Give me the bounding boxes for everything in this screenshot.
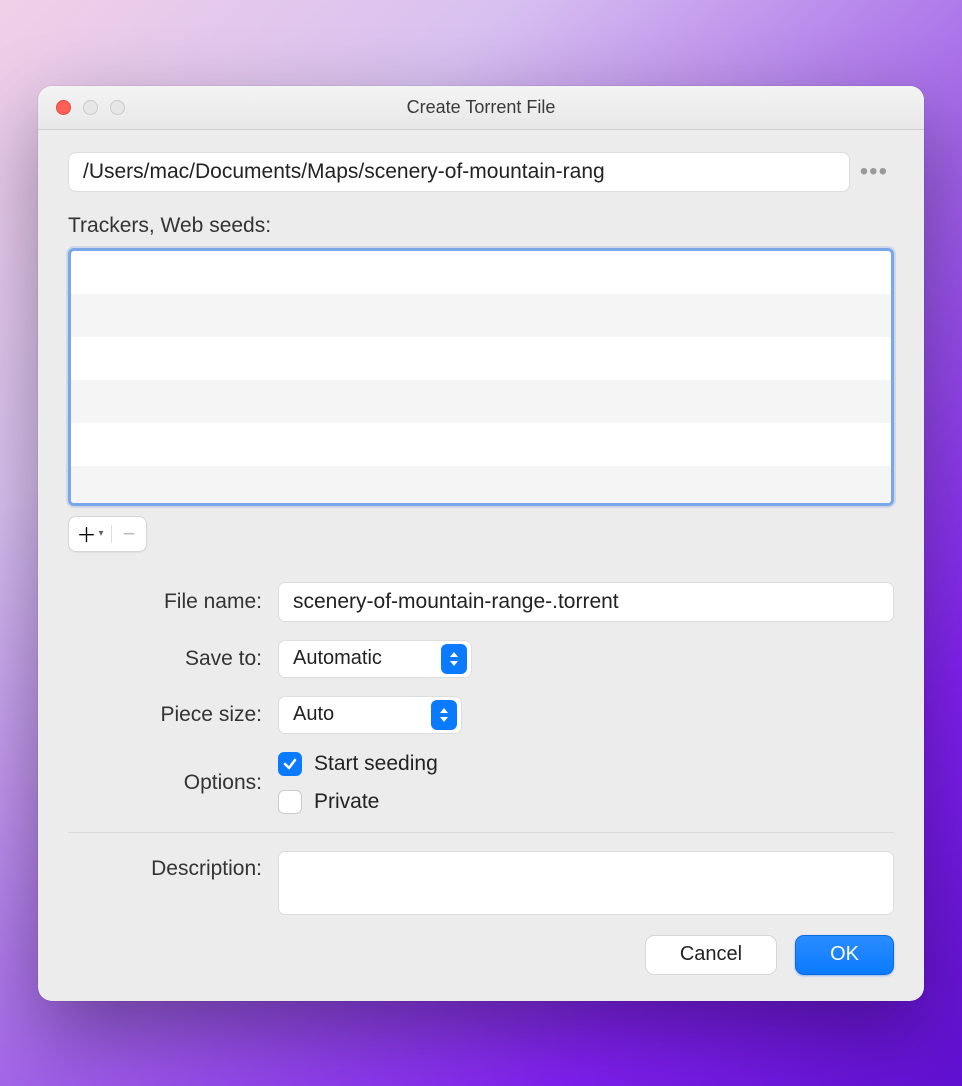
traffic-lights	[56, 100, 125, 115]
saveto-select[interactable]: Automatic	[278, 640, 472, 678]
list-item[interactable]	[71, 423, 891, 466]
zoom-window-button	[110, 100, 125, 115]
private-label: Private	[314, 790, 379, 814]
remove-tracker-button: −	[112, 517, 146, 551]
plus-icon: ＋	[76, 519, 96, 548]
stepper-icon	[441, 644, 467, 674]
close-window-button[interactable]	[56, 100, 71, 115]
trackers-list[interactable]	[68, 248, 894, 506]
list-item[interactable]	[71, 251, 891, 294]
options-row: Options: Start seeding Private	[68, 752, 894, 814]
filename-input[interactable]: scenery-of-mountain-range-.torrent	[278, 582, 894, 622]
titlebar: Create Torrent File	[38, 86, 924, 130]
private-checkbox[interactable]	[278, 790, 302, 814]
saveto-label: Save to:	[68, 647, 278, 671]
piecesize-value: Auto	[293, 703, 423, 726]
chevron-down-icon: ▾	[98, 528, 103, 539]
piecesize-select[interactable]: Auto	[278, 696, 462, 734]
list-item[interactable]	[71, 380, 891, 423]
stepper-icon	[431, 700, 457, 730]
start-seeding-label: Start seeding	[314, 752, 438, 776]
saveto-row: Save to: Automatic	[68, 640, 894, 678]
divider	[68, 832, 894, 833]
list-item[interactable]	[71, 466, 891, 506]
list-item[interactable]	[71, 337, 891, 380]
add-tracker-button[interactable]: ＋▾	[69, 517, 111, 551]
start-seeding-option: Start seeding	[278, 752, 438, 776]
form: File name: scenery-of-mountain-range-.to…	[68, 582, 894, 915]
description-textarea[interactable]	[278, 851, 894, 915]
options-column: Start seeding Private	[278, 752, 438, 814]
source-path-field[interactable]: /Users/mac/Documents/Maps/scenery-of-mou…	[68, 152, 850, 192]
window-title: Create Torrent File	[38, 97, 924, 118]
dialog-window: Create Torrent File /Users/mac/Documents…	[38, 86, 924, 1001]
description-row: Description:	[68, 851, 894, 915]
browse-source-button[interactable]: •••	[860, 158, 894, 186]
options-label: Options:	[68, 771, 278, 795]
cancel-button[interactable]: Cancel	[645, 935, 777, 975]
filename-value: scenery-of-mountain-range-.torrent	[293, 590, 619, 614]
description-label: Description:	[68, 851, 278, 881]
dialog-content: /Users/mac/Documents/Maps/scenery-of-mou…	[38, 130, 924, 1001]
trackers-label: Trackers, Web seeds:	[68, 214, 894, 238]
source-path-row: /Users/mac/Documents/Maps/scenery-of-mou…	[68, 152, 894, 192]
piecesize-label: Piece size:	[68, 703, 278, 727]
dialog-footer: Cancel OK	[68, 935, 894, 975]
private-option: Private	[278, 790, 438, 814]
minimize-window-button	[83, 100, 98, 115]
filename-row: File name: scenery-of-mountain-range-.to…	[68, 582, 894, 622]
source-path-text: /Users/mac/Documents/Maps/scenery-of-mou…	[83, 160, 605, 184]
saveto-value: Automatic	[293, 647, 433, 670]
list-item[interactable]	[71, 294, 891, 337]
ok-button[interactable]: OK	[795, 935, 894, 975]
add-remove-control: ＋▾ −	[68, 516, 147, 552]
start-seeding-checkbox[interactable]	[278, 752, 302, 776]
filename-label: File name:	[68, 590, 278, 614]
piecesize-row: Piece size: Auto	[68, 696, 894, 734]
